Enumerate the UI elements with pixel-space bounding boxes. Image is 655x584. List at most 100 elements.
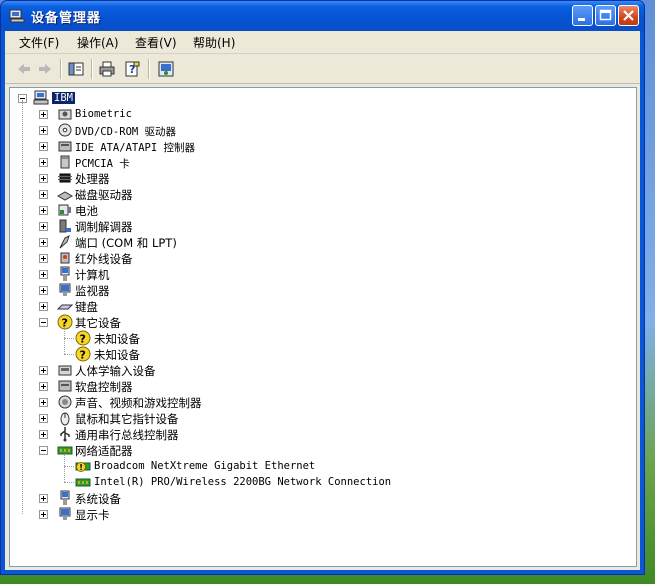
tree-item-label: 计算机: [75, 268, 110, 282]
toolbar-separator: [91, 59, 93, 79]
back-arrow-icon[interactable]: [15, 60, 33, 78]
tree-child-label: 未知设备: [94, 332, 140, 346]
floppy-controller-icon: [58, 380, 72, 392]
expand-toggle[interactable]: [39, 430, 48, 439]
tree-connector: [64, 466, 74, 467]
expand-toggle[interactable]: [39, 174, 48, 183]
expand-toggle[interactable]: [39, 254, 48, 263]
expand-toggle[interactable]: [39, 398, 48, 407]
show-hide-tree-icon[interactable]: [67, 60, 85, 78]
tree-item[interactable]: IDE ATA/ATAPI 控制器: [10, 138, 610, 154]
tree-item[interactable]: 人体学输入设备: [10, 362, 610, 378]
expand-toggle[interactable]: [39, 206, 48, 215]
tree-connector: [64, 326, 65, 354]
tree-item[interactable]: 调制解调器: [10, 218, 610, 234]
tree-item[interactable]: Biometric: [10, 106, 610, 122]
tree-item[interactable]: 系统设备: [10, 490, 610, 506]
unknown-device-icon: ?: [75, 330, 91, 346]
expand-toggle[interactable]: [39, 126, 48, 135]
maximize-button[interactable]: [595, 5, 616, 26]
expand-toggle[interactable]: [39, 110, 48, 119]
tree-item-label: 磁盘驱动器: [75, 188, 133, 202]
tree-item[interactable]: 电池: [10, 202, 610, 218]
tree-item[interactable]: 红外线设备: [10, 250, 610, 266]
tree-item[interactable]: 计算机: [10, 266, 610, 282]
expand-toggle[interactable]: [39, 238, 48, 247]
title-bar[interactable]: 设备管理器: [1, 1, 644, 31]
expand-toggle[interactable]: [39, 286, 48, 295]
minimize-button[interactable]: [572, 5, 593, 26]
tree-item[interactable]: 键盘: [10, 298, 610, 314]
properties-icon[interactable]: ?: [123, 60, 141, 78]
close-icon: [623, 10, 634, 21]
print-icon[interactable]: [98, 60, 116, 78]
tree-item[interactable]: 监视器: [10, 282, 610, 298]
tree-item[interactable]: DVD/CD-ROM 驱动器: [10, 122, 610, 138]
collapse-toggle[interactable]: [39, 318, 48, 327]
tree-item[interactable]: 磁盘驱动器: [10, 186, 610, 202]
tree-connector: [64, 454, 65, 482]
unknown-device-icon: ?: [75, 346, 91, 362]
expand-toggle[interactable]: [39, 158, 48, 167]
tree-item-label: 人体学输入设备: [75, 364, 156, 378]
battery-icon: [58, 204, 71, 216]
tree-child-item[interactable]: ? 未知设备: [10, 330, 610, 346]
tree-item-label: 鼠标和其它指针设备: [75, 412, 179, 426]
close-button[interactable]: [618, 5, 639, 26]
device-tree[interactable]: IBM Biometric DVD/CD-ROM 驱动器 IDE ATA/ATAPI…: [9, 87, 637, 567]
tree-item-label: 其它设备: [75, 316, 121, 330]
expand-toggle[interactable]: [39, 382, 48, 391]
toolbar-separator: [60, 59, 62, 79]
processor-icon: [58, 173, 72, 183]
window-title: 设备管理器: [31, 11, 102, 26]
tree-child-label: Intel(R) PRO/Wireless 2200BG Network Con…: [94, 476, 392, 488]
mouse-icon: [60, 412, 70, 426]
tree-child-item[interactable]: Intel(R) PRO/Wireless 2200BG Network Con…: [10, 474, 610, 490]
svg-text:?: ?: [80, 333, 86, 346]
tree-item[interactable]: 显示卡: [10, 506, 610, 522]
modem-icon: [59, 219, 71, 233]
tree-item[interactable]: 处理器: [10, 170, 610, 186]
maximize-icon: [599, 9, 612, 21]
expand-toggle[interactable]: [39, 366, 48, 375]
system-devices-icon: [60, 490, 70, 505]
menu-file[interactable]: 文件(F): [19, 34, 59, 51]
tree-child-item[interactable]: ! Broadcom NetXtreme Gigabit Ethernet: [10, 458, 610, 474]
expand-toggle[interactable]: [39, 142, 48, 151]
device-manager-window: 设备管理器 文件(F) 操作(A) 查看(V) 帮助(H) ? IBM Biom…: [0, 0, 645, 575]
collapse-toggle[interactable]: [39, 446, 48, 455]
toolbar: ?: [5, 55, 640, 84]
expand-toggle[interactable]: [39, 302, 48, 311]
network-card-warning-icon: !: [75, 462, 91, 472]
expand-toggle[interactable]: [39, 190, 48, 199]
tree-item[interactable]: 鼠标和其它指针设备: [10, 410, 610, 426]
tree-item[interactable]: 网络适配器: [10, 442, 610, 458]
disk-drive-icon: [57, 191, 73, 201]
menu-help[interactable]: 帮助(H): [193, 34, 235, 51]
tree-item[interactable]: 端口 (COM 和 LPT): [10, 234, 610, 250]
expand-toggle[interactable]: [39, 222, 48, 231]
minimize-icon: [578, 18, 585, 21]
tree-item[interactable]: 声音、视频和游戏控制器: [10, 394, 610, 410]
tree-child-item[interactable]: ? 未知设备: [10, 346, 610, 362]
tree-item[interactable]: ? 其它设备: [10, 314, 610, 330]
computer-icon: [33, 90, 49, 105]
tree-item-label: 通用串行总线控制器: [75, 428, 179, 442]
tree-connector: [64, 338, 74, 339]
forward-arrow-icon[interactable]: [36, 60, 54, 78]
menu-view[interactable]: 查看(V): [135, 34, 177, 51]
other-devices-icon: ?: [57, 314, 73, 330]
tree-root[interactable]: IBM: [10, 90, 610, 106]
tree-item-label: 键盘: [75, 300, 98, 314]
tree-item[interactable]: 通用串行总线控制器: [10, 426, 610, 442]
expand-toggle[interactable]: [39, 270, 48, 279]
expand-toggle[interactable]: [39, 510, 48, 519]
tree-item[interactable]: PCMCIA 卡: [10, 154, 610, 170]
expand-toggle[interactable]: [39, 494, 48, 503]
help-icon[interactable]: [157, 60, 175, 78]
tree-item-label: 软盘控制器: [75, 380, 133, 394]
menu-action[interactable]: 操作(A): [77, 34, 119, 51]
menu-bar: 文件(F) 操作(A) 查看(V) 帮助(H): [5, 31, 640, 54]
expand-toggle[interactable]: [39, 414, 48, 423]
tree-item[interactable]: 软盘控制器: [10, 378, 610, 394]
